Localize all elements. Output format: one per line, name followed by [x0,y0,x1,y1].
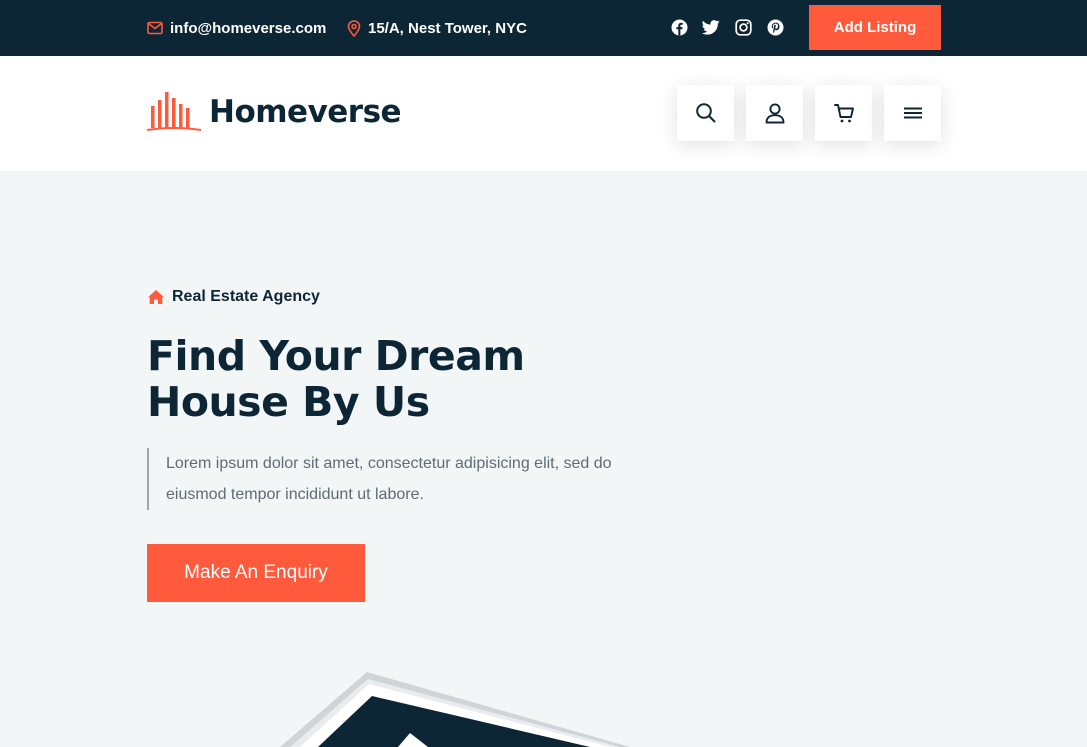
cart-icon [833,104,854,123]
top-bar: info@homeverse.com 15/A, Nest Tower, NYC… [0,0,1087,56]
add-listing-button[interactable]: Add Listing [809,5,941,50]
email-text: info@homeverse.com [170,19,327,37]
search-icon [695,103,715,123]
address-link[interactable]: 15/A, Nest Tower, NYC [347,0,527,56]
address-text: 15/A, Nest Tower, NYC [368,19,527,37]
hero-subtitle: Real Estate Agency [147,288,320,306]
pinterest-icon[interactable] [766,16,784,38]
instagram-icon[interactable] [734,16,752,38]
search-button[interactable] [677,85,734,141]
hero-description: Lorem ipsum dolor sit amet, consectetur … [147,448,617,510]
social-links [670,16,784,38]
logo[interactable]: Homeverse [147,92,402,132]
hero-house-image [280,672,630,747]
home-icon [148,290,164,304]
location-pin-icon [347,19,361,37]
email-link[interactable]: info@homeverse.com [147,0,326,56]
facebook-icon[interactable] [670,16,688,38]
menu-icon [903,107,922,119]
logo-icon [147,92,201,131]
cart-button[interactable] [815,85,872,141]
twitter-icon[interactable] [702,16,720,38]
main-header: Homeverse [0,56,1087,171]
hero-title: Find Your Dream House By Us [147,332,525,426]
menu-button[interactable] [884,85,941,141]
mail-icon [147,21,163,35]
hero-tag-text: Real Estate Agency [172,288,320,305]
logo-text: Homeverse [209,94,402,130]
make-enquiry-button[interactable]: Make An Enquiry [147,544,365,602]
account-button[interactable] [746,85,803,141]
user-icon [765,103,784,124]
